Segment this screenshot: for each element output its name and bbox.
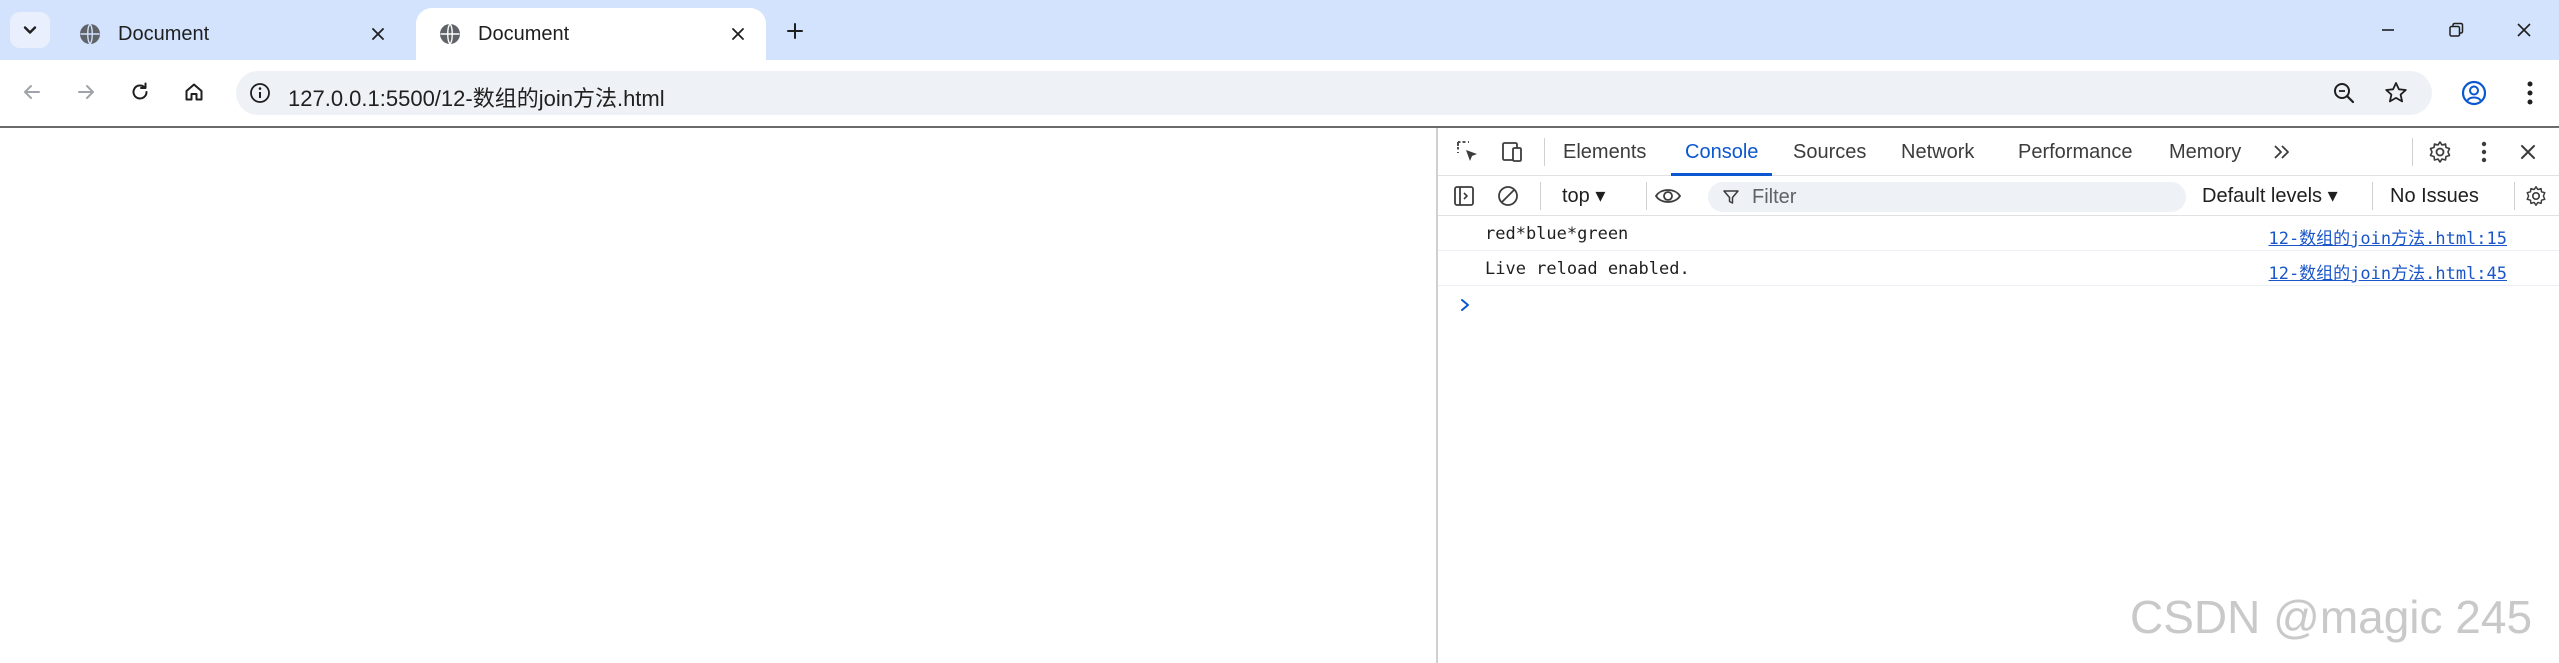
profile-icon	[2460, 79, 2488, 107]
globe-icon	[438, 22, 462, 46]
console-message: red*blue*green 12-数组的join方法.html:15	[1438, 216, 2559, 251]
issues-counter[interactable]: No Issues	[2390, 176, 2479, 216]
toolbar-divider	[1544, 138, 1545, 166]
console-source-link[interactable]: 12-数组的join方法.html:45	[2268, 259, 2507, 284]
back-button[interactable]	[12, 72, 52, 112]
console-message-text: red*blue*green	[1485, 224, 1629, 244]
tab-performance[interactable]: Performance	[2018, 128, 2133, 176]
log-levels-dropdown[interactable]: Default levels ▾	[2202, 176, 2338, 216]
console-message-text: Live reload enabled.	[1485, 259, 1690, 279]
device-toolbar-icon[interactable]	[1496, 136, 1528, 168]
arrow-right-icon	[75, 81, 97, 103]
toolbar-divider	[2372, 182, 2373, 210]
star-icon[interactable]	[2382, 79, 2410, 107]
console-prompt-icon[interactable]	[1458, 296, 1478, 316]
toolbar-divider	[2514, 182, 2515, 210]
clear-console-icon[interactable]	[1492, 180, 1524, 212]
reload-button[interactable]	[120, 72, 160, 112]
tab-title: Document	[478, 22, 570, 45]
close-icon[interactable]	[364, 20, 392, 48]
minimize-button[interactable]	[2354, 0, 2422, 60]
browser-menu-button[interactable]	[2510, 73, 2550, 113]
arrow-left-icon	[21, 81, 43, 103]
console-toolbar: top ▾ Filter Default levels ▾ No Issues	[1438, 176, 2559, 216]
info-icon[interactable]	[248, 81, 272, 105]
plus-icon	[785, 21, 805, 41]
gear-icon[interactable]	[2424, 136, 2456, 168]
tab-elements[interactable]: Elements	[1563, 128, 1646, 176]
toolbar-divider	[1646, 182, 1647, 210]
tab-memory[interactable]: Memory	[2169, 128, 2241, 176]
inspect-element-icon[interactable]	[1452, 136, 1484, 168]
close-icon	[2515, 21, 2533, 39]
home-icon	[183, 81, 205, 103]
restore-button[interactable]	[2422, 0, 2490, 60]
close-icon[interactable]	[2512, 136, 2544, 168]
watermark: CSDN @magic 245	[2130, 591, 2533, 643]
tab-sources[interactable]: Sources	[1793, 128, 1866, 176]
title-bar: Document Document	[0, 0, 2559, 60]
forward-button[interactable]	[66, 72, 106, 112]
kebab-icon[interactable]	[2468, 136, 2500, 168]
eye-icon[interactable]	[1652, 180, 1684, 212]
browser-tab-active[interactable]: Document	[416, 8, 766, 60]
close-icon[interactable]	[724, 20, 752, 48]
context-selector[interactable]: top ▾	[1562, 176, 1605, 216]
toolbar-divider	[2412, 138, 2413, 166]
profile-button[interactable]	[2454, 73, 2494, 113]
page-viewport	[0, 128, 1436, 663]
chevron-down-icon	[21, 21, 39, 39]
browser-tab[interactable]: Document	[56, 8, 406, 60]
new-tab-button[interactable]	[778, 14, 812, 48]
globe-icon	[78, 22, 102, 46]
restore-icon	[2447, 21, 2465, 39]
filter-placeholder: Filter	[1752, 186, 1797, 208]
tab-console[interactable]: Console	[1670, 128, 1773, 176]
tab-search-button[interactable]	[10, 12, 50, 48]
url-text[interactable]: 127.0.0.1:5500/12-数组的join方法.html	[288, 81, 665, 113]
kebab-icon	[2526, 80, 2534, 106]
tab-network[interactable]: Network	[1901, 128, 1974, 176]
filter-icon	[1722, 188, 1740, 206]
filter-input[interactable]: Filter	[1708, 182, 2186, 212]
zoom-icon[interactable]	[2330, 79, 2358, 107]
address-bar[interactable]: 127.0.0.1:5500/12-数组的join方法.html	[236, 71, 2432, 115]
console-message: Live reload enabled. 12-数组的join方法.html:4…	[1438, 251, 2559, 286]
more-tabs-icon[interactable]	[2266, 136, 2298, 168]
devtools-panel: Elements Console Sources Network Perform…	[1436, 128, 2559, 663]
console-source-link[interactable]: 12-数组的join方法.html:15	[2268, 224, 2507, 249]
reload-icon	[129, 81, 151, 103]
tab-title: Document	[118, 22, 210, 45]
gear-icon[interactable]	[2520, 180, 2552, 212]
toolbar-divider	[1540, 182, 1541, 210]
browser-toolbar: 127.0.0.1:5500/12-数组的join方法.html	[0, 60, 2559, 128]
devtools-tab-bar: Elements Console Sources Network Perform…	[1438, 128, 2559, 176]
console-messages: red*blue*green 12-数组的join方法.html:15 Live…	[1438, 216, 2559, 286]
home-button[interactable]	[174, 72, 214, 112]
window-close-button[interactable]	[2490, 0, 2558, 60]
minimize-icon	[2379, 21, 2397, 39]
sidebar-toggle-icon[interactable]	[1448, 180, 1480, 212]
